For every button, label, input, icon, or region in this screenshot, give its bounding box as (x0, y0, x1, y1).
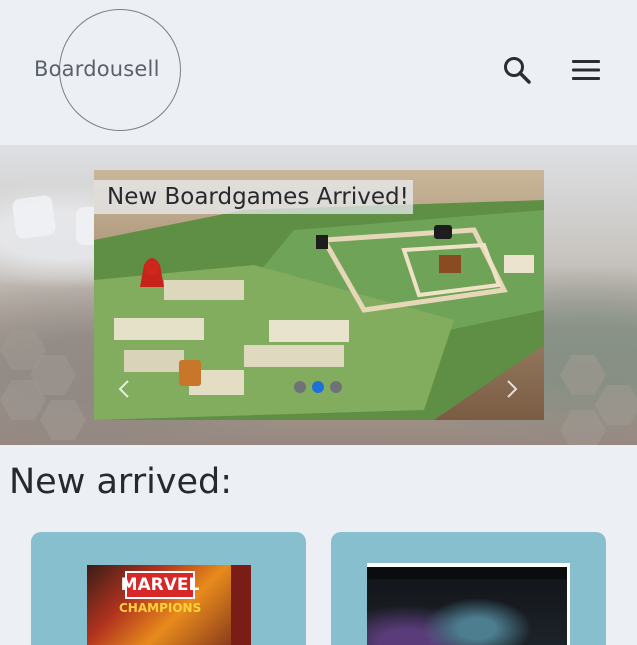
search-button[interactable] (499, 52, 535, 88)
section-title: New arrived: (9, 462, 233, 502)
product-image: MARVEL CHAMPIONS (87, 565, 251, 645)
carousel-dot-2[interactable] (312, 381, 324, 393)
chevron-left-icon (118, 380, 129, 398)
product-card[interactable] (331, 532, 606, 645)
box-subtitle: CHAMPIONS (119, 601, 202, 615)
image-carousel[interactable]: New Boardgames Arrived! (94, 170, 544, 420)
product-card[interactable]: MARVEL CHAMPIONS (31, 532, 306, 645)
carousel-dot-3[interactable] (330, 381, 342, 393)
carousel-dot-1[interactable] (294, 381, 306, 393)
hamburger-menu-icon (572, 60, 600, 80)
product-image (367, 563, 570, 645)
box-logo: MARVEL (121, 571, 199, 599)
brand-logo[interactable]: Boardousell (34, 57, 160, 81)
carousel-next-button[interactable] (500, 375, 524, 403)
carousel-indicators (294, 381, 342, 393)
site-header: Boardousell (0, 0, 637, 145)
chevron-right-icon (507, 380, 518, 398)
carousel-prev-button[interactable] (112, 375, 136, 403)
search-icon (504, 57, 531, 84)
menu-button[interactable] (568, 52, 604, 88)
carousel-caption: New Boardgames Arrived! (94, 180, 413, 214)
